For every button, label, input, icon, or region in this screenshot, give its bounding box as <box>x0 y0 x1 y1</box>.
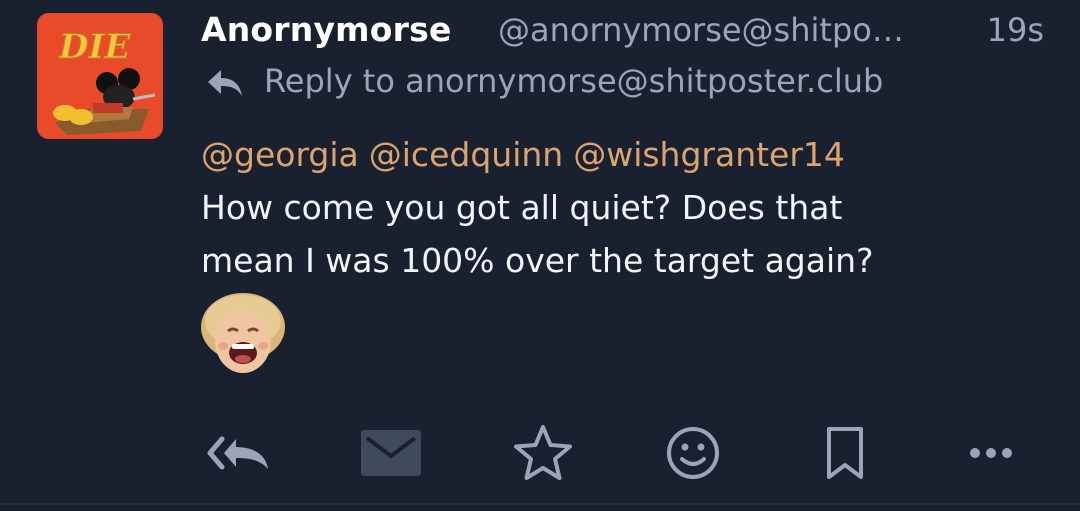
bookmark-button[interactable] <box>810 420 880 486</box>
die-mousetrap-avatar-icon: DIE <box>37 13 163 139</box>
mention-georgia[interactable]: @georgia <box>201 135 359 174</box>
user-avatar[interactable]: DIE <box>37 13 163 139</box>
more-button[interactable] <box>956 420 1026 486</box>
reply-to-text: Reply to anornymorse@shitposter.club <box>264 62 884 100</box>
reply-button[interactable] <box>204 420 274 486</box>
direct-message-button[interactable] <box>356 420 426 486</box>
svg-text:DIE: DIE <box>58 27 131 67</box>
action-bar <box>200 420 1030 486</box>
status-content: @georgia @icedquinn @wishgranter14 How com… <box>201 128 1021 287</box>
account-handle[interactable]: @anornymorse@shitpo… <box>498 11 953 49</box>
status-divider <box>0 503 1080 505</box>
reply-arrow-icon <box>208 70 242 96</box>
mention-icedquinn[interactable]: @icedquinn <box>369 135 563 174</box>
favourite-button[interactable] <box>508 420 578 486</box>
timestamp[interactable]: 19s <box>987 11 1044 49</box>
star-icon <box>514 425 572 480</box>
custom-emoji <box>198 291 288 377</box>
envelope-icon <box>361 430 421 476</box>
more-icon <box>970 448 1012 458</box>
display-name[interactable]: Anornymorse <box>201 10 452 49</box>
laughing-face-emoji-icon <box>201 293 285 373</box>
react-button[interactable] <box>658 420 728 486</box>
status-header: Anornymorse @anornymorse@shitpo… 19s <box>201 6 1051 54</box>
mentions: @georgia @icedquinn @wishgranter14 <box>201 128 1021 181</box>
status-text-line-1: How come you got all quiet? Does that <box>201 188 843 227</box>
mention-wishgranter14[interactable]: @wishgranter14 <box>573 135 845 174</box>
smiley-icon <box>667 427 719 479</box>
bookmark-icon <box>827 427 863 479</box>
status-text-line-2: mean I was 100% over the target again? <box>201 241 874 280</box>
reply-all-icon <box>207 436 268 470</box>
